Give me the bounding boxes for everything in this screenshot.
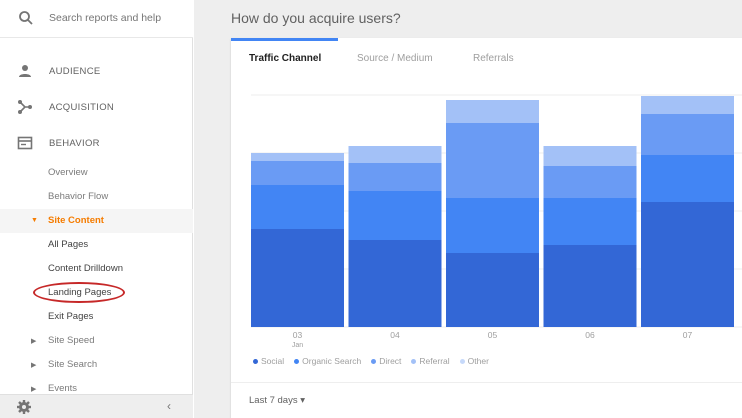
x-tick-label: 04: [390, 330, 400, 340]
tab-traffic-channel[interactable]: Traffic Channel: [249, 53, 321, 64]
bar-segment-social[interactable]: [543, 245, 637, 327]
chart-legend: Social Organic Search Direct Referral Ot…: [253, 356, 489, 366]
legend-item-direct[interactable]: Direct: [371, 356, 401, 366]
search-bar[interactable]: Search reports and help: [0, 0, 193, 38]
tab-indicator: [231, 38, 338, 41]
sidebar-item-site-search[interactable]: ▶ Site Search: [0, 353, 193, 377]
bar-segment-organic-search[interactable]: [641, 155, 734, 202]
highlight-ring: [33, 282, 125, 303]
sidebar-item-events-label: Events: [48, 383, 78, 394]
legend-item-referral[interactable]: Referral: [411, 356, 450, 366]
bar-segment-organic-search[interactable]: [251, 185, 344, 229]
legend-label: Referral: [419, 356, 450, 366]
legend-dot: [411, 358, 417, 364]
bar-segment-social[interactable]: [446, 253, 539, 327]
bar-segment-referral[interactable]: [251, 153, 344, 161]
bar-segment-direct[interactable]: [641, 114, 734, 155]
sidebar-item-site-speed-label: Site Speed: [48, 335, 95, 346]
sidebar-footer: ‹: [0, 394, 193, 418]
bar-segment-referral[interactable]: [446, 100, 539, 123]
sidebar-item-behavior-flow-label: Behavior Flow: [48, 191, 109, 202]
sidebar-item-all-pages-label: All Pages: [48, 239, 89, 250]
legend-label: Direct: [379, 356, 402, 366]
bar-segment-direct[interactable]: [543, 166, 637, 198]
nav-acquisition-label: ACQUISITION: [49, 102, 115, 113]
sidebar-item-exit-pages[interactable]: Exit Pages: [0, 305, 193, 329]
legend-label: Other: [467, 356, 489, 366]
acquisition-icon: [18, 100, 32, 114]
legend-dot: [294, 358, 300, 364]
caret-right-icon: ▶: [31, 362, 37, 369]
caret-down-icon: ▼: [31, 217, 38, 224]
nav-audience[interactable]: AUDIENCE: [0, 54, 193, 88]
card-footer: Last 7 days ▾: [231, 382, 742, 418]
main-content: How do you acquire users? Traffic Channe…: [194, 0, 742, 418]
tab-referrals[interactable]: Referrals: [473, 53, 514, 64]
legend-item-other[interactable]: Other: [459, 356, 489, 366]
bar-segment-referral[interactable]: [543, 146, 637, 166]
x-tick-label: 07: [683, 330, 693, 340]
sidebar-item-site-search-label: Site Search: [48, 359, 98, 370]
bar-segment-direct[interactable]: [446, 123, 539, 198]
sidebar-item-site-speed[interactable]: ▶ Site Speed: [0, 329, 193, 353]
page-title: How do you acquire users?: [231, 10, 401, 26]
bar-segment-organic-search[interactable]: [446, 198, 539, 253]
bar-segment-social[interactable]: [641, 202, 734, 327]
nav-behavior-label: BEHAVIOR: [49, 138, 100, 149]
sidebar-item-site-content-label: Site Content: [48, 215, 104, 226]
sidebar: Search reports and help AUDIENCE ACQUISI…: [0, 0, 193, 418]
x-tick-label: 05: [488, 330, 498, 340]
bar-segment-organic-search[interactable]: [348, 191, 442, 240]
bar-segment-direct[interactable]: [251, 161, 344, 185]
collapse-chevron-icon[interactable]: ‹: [167, 399, 171, 413]
bar-segment-organic-search[interactable]: [543, 198, 637, 245]
tab-source-medium[interactable]: Source / Medium: [357, 53, 433, 64]
behavior-icon: [17, 136, 33, 150]
gear-icon[interactable]: [16, 399, 32, 415]
bar-segment-social[interactable]: [348, 240, 442, 327]
search-icon: [19, 11, 33, 25]
caret-right-icon: ▶: [31, 338, 37, 345]
nav-audience-label: AUDIENCE: [49, 66, 101, 77]
date-range-dropdown[interactable]: Last 7 days ▾: [249, 395, 305, 406]
sidebar-item-exit-pages-label: Exit Pages: [48, 311, 94, 322]
legend-dot: [459, 358, 465, 364]
x-tick-label: 06: [585, 330, 595, 340]
sidebar-item-overview[interactable]: Overview: [0, 161, 193, 185]
sidebar-item-overview-label: Overview: [48, 167, 88, 178]
person-icon: [19, 65, 31, 77]
x-tick-sublabel: Jan: [292, 342, 303, 349]
chevron-down-icon: ▾: [300, 395, 306, 406]
legend-dot: [253, 358, 258, 364]
bar-segment-referral[interactable]: [348, 146, 442, 163]
sidebar-item-site-content[interactable]: ▼ Site Content: [0, 209, 193, 233]
legend-item-social[interactable]: Social: [253, 356, 284, 366]
acquisition-card: Traffic Channel Source / Medium Referral…: [231, 38, 742, 418]
date-range-label: Last 7 days: [249, 395, 298, 406]
x-tick-label: 03: [293, 330, 303, 340]
bar-segment-referral[interactable]: [641, 96, 734, 114]
nav-behavior[interactable]: BEHAVIOR: [0, 126, 193, 160]
bar-segment-direct[interactable]: [348, 163, 442, 191]
search-placeholder: Search reports and help: [49, 12, 162, 24]
sidebar-item-all-pages[interactable]: All Pages: [0, 233, 193, 257]
traffic-chart: 03 Jan 04 05 06 07: [251, 94, 742, 349]
legend-dot: [371, 358, 377, 364]
legend-item-organic[interactable]: Organic Search: [294, 356, 361, 366]
sidebar-item-content-drilldown-label: Content Drilldown: [48, 263, 123, 274]
sidebar-item-content-drilldown[interactable]: Content Drilldown: [0, 257, 193, 281]
legend-label: Organic Search: [302, 356, 362, 366]
sidebar-item-behavior-flow[interactable]: Behavior Flow: [0, 185, 193, 209]
legend-label: Social: [261, 356, 285, 366]
bar-segment-social[interactable]: [251, 229, 344, 327]
caret-right-icon: ▶: [31, 386, 37, 393]
nav-acquisition[interactable]: ACQUISITION: [0, 90, 193, 124]
